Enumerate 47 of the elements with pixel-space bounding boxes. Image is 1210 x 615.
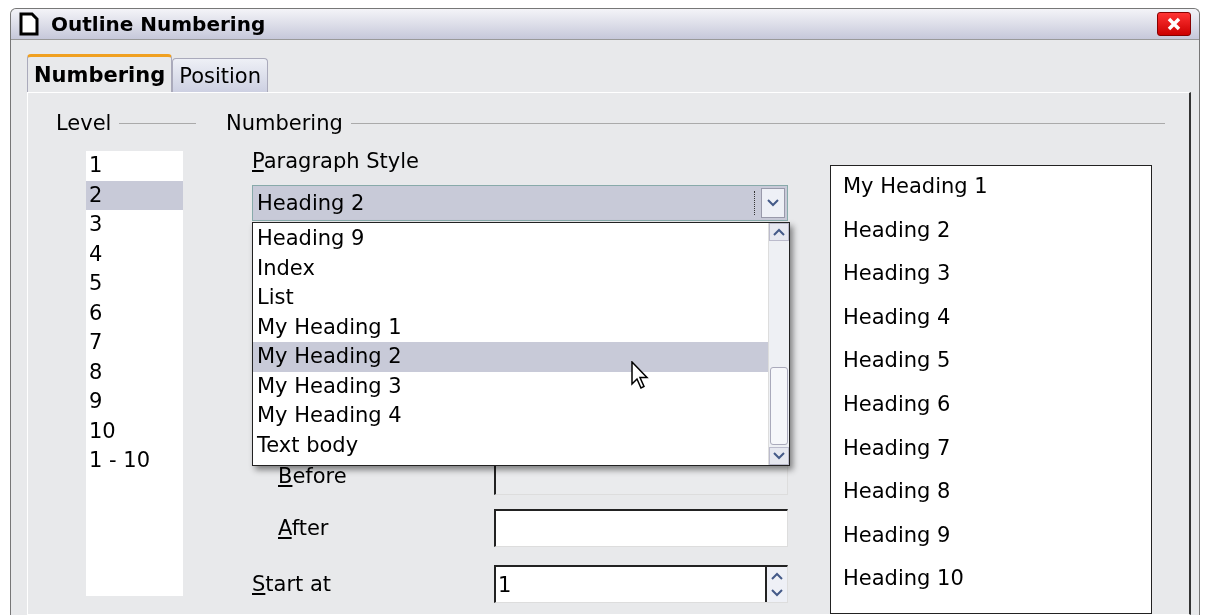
document-icon [19, 12, 39, 36]
dropdown-option[interactable]: Heading 9 [253, 224, 768, 254]
dropdown-option[interactable]: My Heading 1 [253, 312, 768, 342]
list-item[interactable]: 10 [86, 416, 183, 446]
dropdown-option[interactable]: Text body [253, 430, 768, 460]
list-item[interactable]: 4 [86, 239, 183, 269]
list-item[interactable]: 1 [86, 151, 183, 181]
preview-heading: Heading 4 [843, 303, 952, 331]
scrollbar[interactable] [768, 223, 789, 465]
close-icon [1167, 17, 1181, 31]
group-heading: Level [56, 111, 112, 135]
field-label: Paragraph Style [252, 149, 420, 173]
field-label: After [278, 516, 330, 540]
preview-heading: Heading 9 [843, 521, 952, 549]
preview-heading: Heading 8 [843, 478, 952, 506]
dropdown-button[interactable] [761, 188, 785, 218]
preview-heading: Heading 10 [843, 565, 965, 593]
preview-heading: Heading 6 [843, 390, 952, 418]
dropdown-option[interactable]: My Heading 4 [253, 401, 768, 431]
after-field[interactable] [494, 509, 788, 547]
preview-heading: Heading 2 [843, 216, 952, 244]
tab[interactable]: Numbering [27, 54, 173, 92]
list-item[interactable]: 9 [86, 387, 183, 417]
list-item[interactable]: 7 [86, 328, 183, 358]
preview-heading: Heading 7 [843, 434, 952, 462]
list-item[interactable]: 5 [86, 269, 183, 299]
preview-heading: Heading 3 [843, 260, 952, 288]
field-label: Start at [252, 572, 333, 596]
dropdown-option[interactable]: Index [253, 253, 768, 283]
dropdown-option[interactable]: List [253, 283, 768, 313]
group-heading: Numbering [226, 111, 343, 135]
tab[interactable]: Position [172, 58, 268, 92]
dropdown-option[interactable]: My Heading 3 [253, 371, 768, 401]
dropdown-option[interactable]: My Heading 2 [253, 342, 768, 372]
list-item[interactable]: 3 [86, 210, 183, 240]
preview-heading: My Heading 1 [843, 173, 989, 200]
list-item[interactable]: 2 [86, 180, 183, 210]
list-item[interactable]: 6 [86, 298, 183, 328]
window-title: Outline Numbering [51, 12, 267, 36]
preview-heading: Heading 5 [843, 347, 952, 375]
mouse-pointer-icon [631, 361, 651, 389]
start-at-spinbox[interactable]: 1 [494, 565, 788, 603]
dropdown-value: Heading 2 [253, 191, 755, 215]
list-item[interactable]: 8 [86, 357, 183, 387]
list-item[interactable]: 1 - 10 [86, 446, 183, 476]
close-button[interactable] [1157, 12, 1191, 36]
field-label: Before [278, 464, 348, 488]
